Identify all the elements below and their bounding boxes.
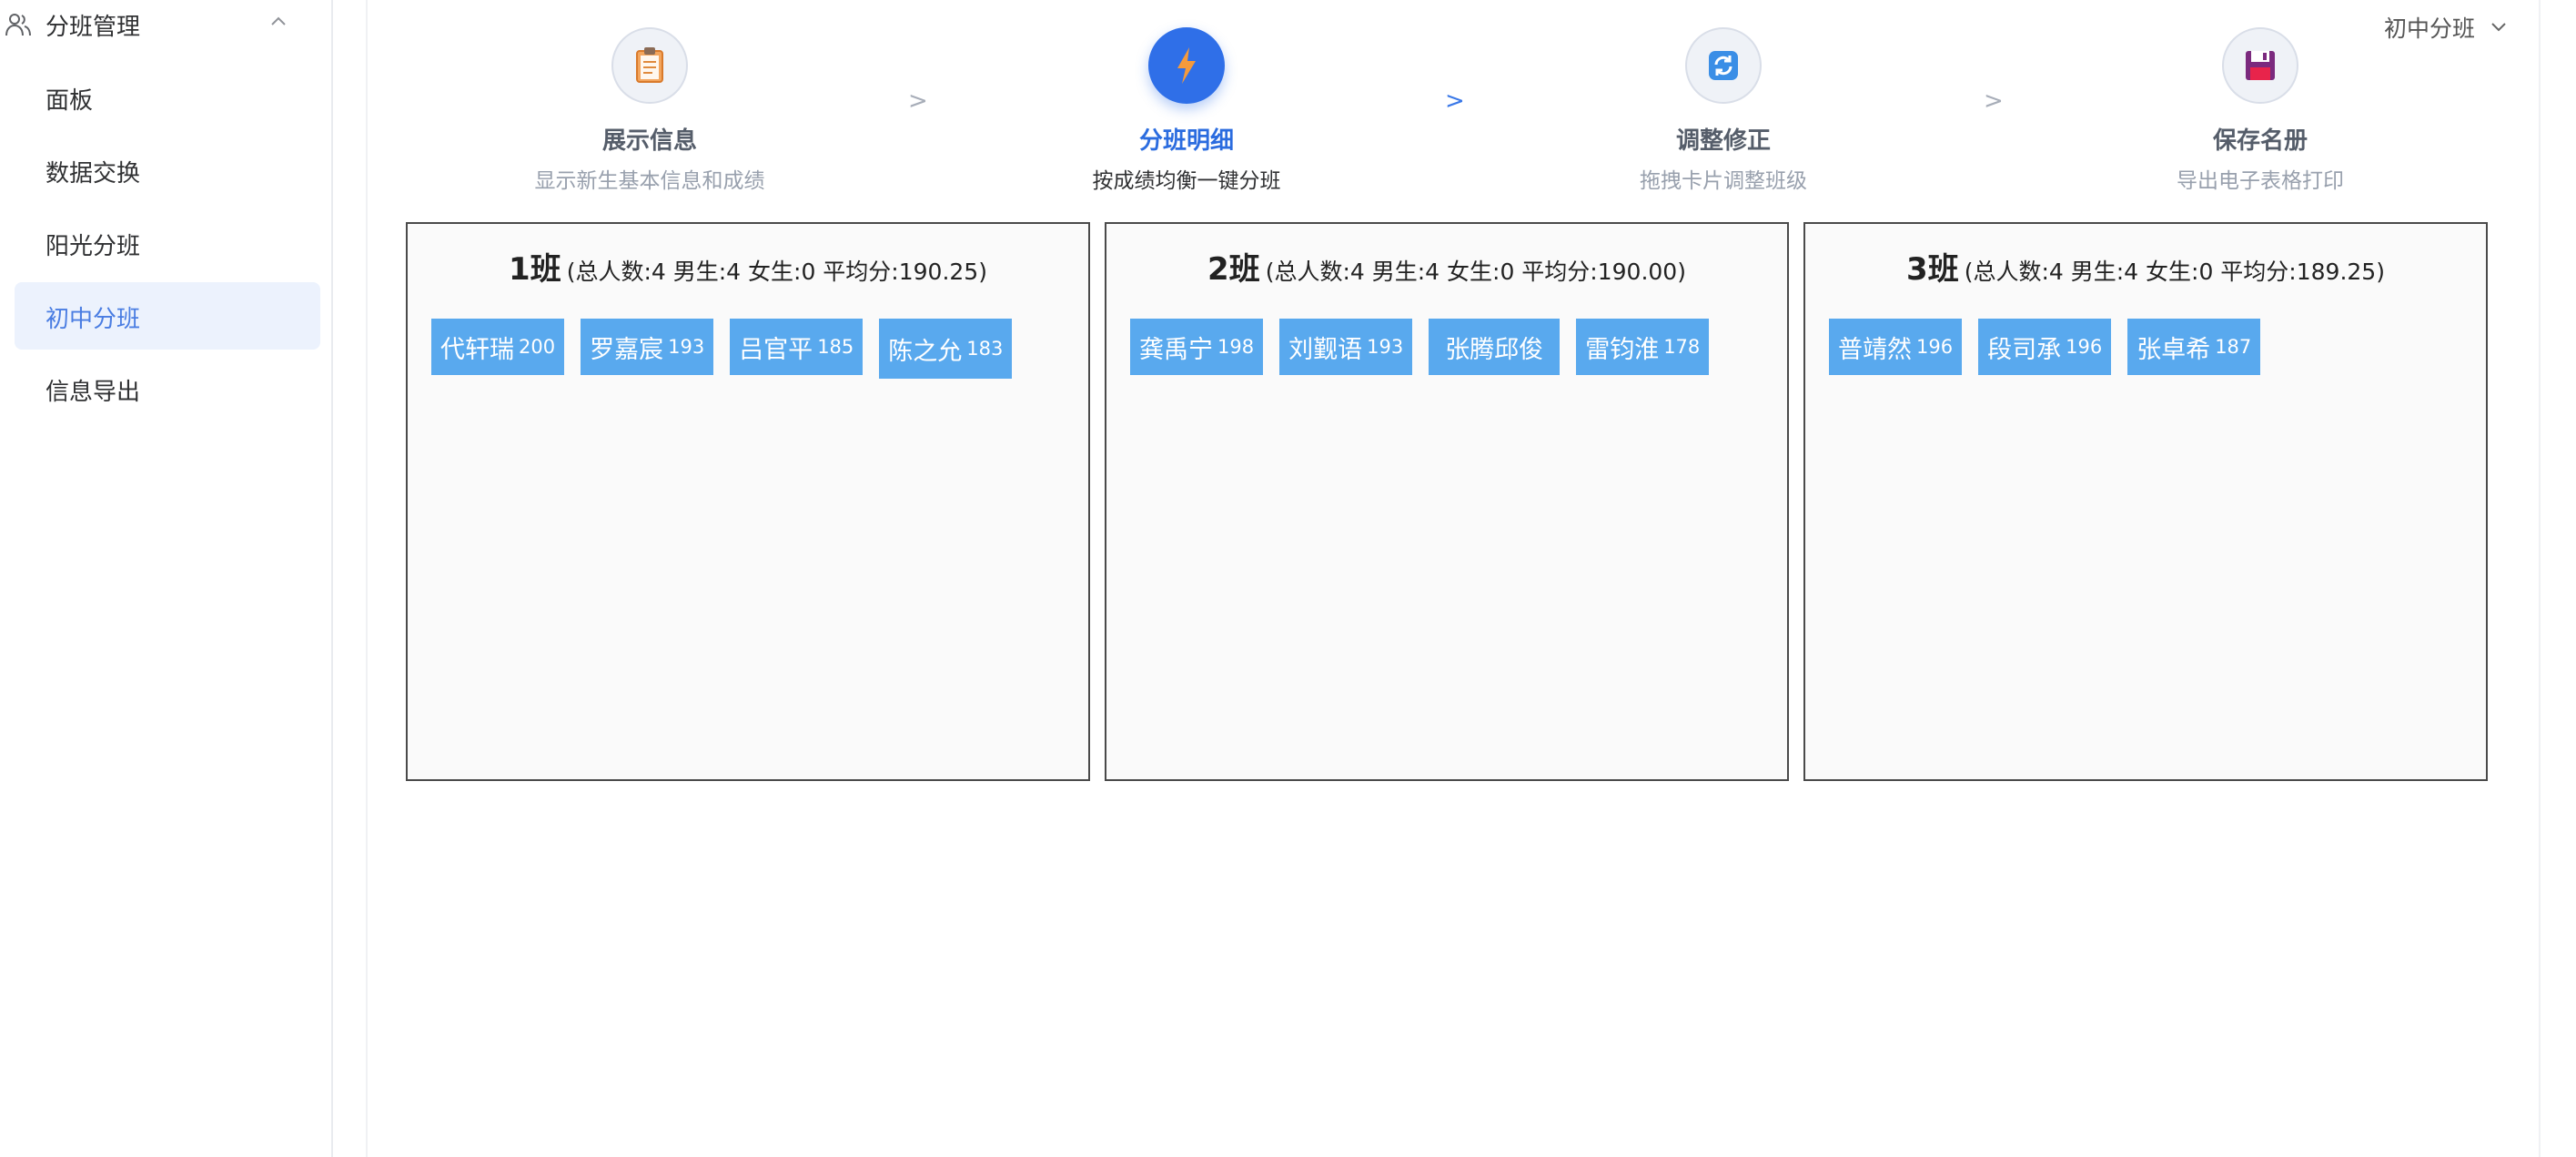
sidebar-item-dashboard[interactable]: 面板 xyxy=(15,64,320,131)
student-card[interactable]: 陈之允 183 xyxy=(879,319,1013,379)
student-list: 代轩瑞 200 罗嘉宸 193 吕官平 185 陈之允 183 xyxy=(431,319,1013,379)
student-name: 张腾邱俊 xyxy=(1445,335,1544,364)
student-card[interactable]: 张卓希 187 xyxy=(2127,319,2261,375)
student-score: 178 xyxy=(1663,336,1701,358)
student-list: 普靖然 196 段司承 196 张卓希 187 xyxy=(1829,319,2261,375)
sidebar-item-label: 信息导出 xyxy=(45,379,141,406)
student-name: 龚禹宁 xyxy=(1139,335,1213,364)
student-card[interactable]: 代轩瑞 200 xyxy=(431,319,565,375)
student-score: 198 xyxy=(1217,336,1255,358)
student-score: 183 xyxy=(966,338,1004,360)
class-box-1[interactable]: 1班 (总人数:4 男生:4 女生:0 平均分:190.25) 代轩瑞 200 罗嘉… xyxy=(406,222,1090,781)
step-description: 导出电子表格打印 xyxy=(2177,169,2344,193)
clipboard-icon xyxy=(636,47,663,83)
sidebar-item-label: 阳光分班 xyxy=(45,233,141,260)
sidebar-item-data-exchange[interactable]: 数据交换 xyxy=(15,137,320,204)
sidebar-item-junior-grouping[interactable]: 初中分班 xyxy=(15,282,320,350)
student-score: 193 xyxy=(1367,336,1404,358)
class-header: 1班 (总人数:4 男生:4 女生:0 平均分:190.25) xyxy=(408,244,1088,289)
student-card[interactable]: 段司承 196 xyxy=(1978,319,2112,375)
users-icon xyxy=(5,14,31,36)
student-name: 刘觐语 xyxy=(1288,335,1363,364)
student-name: 吕官平 xyxy=(739,335,813,364)
class-header: 2班 (总人数:4 男生:4 女生:0 平均分:190.00) xyxy=(1106,244,1787,289)
student-name: 张卓希 xyxy=(2137,335,2211,364)
refresh-icon xyxy=(1709,51,1738,80)
step-circle xyxy=(1148,27,1225,104)
student-name: 段司承 xyxy=(1987,335,2062,364)
sidebar-item-sunshine-grouping[interactable]: 阳光分班 xyxy=(15,209,320,277)
step-title: 分班明细 xyxy=(1138,127,1234,155)
menu-group-label: 分班管理 xyxy=(45,14,141,41)
student-card[interactable]: 普靖然 196 xyxy=(1829,319,1963,375)
class-header: 3班 (总人数:4 男生:4 女生:0 平均分:189.25) xyxy=(1805,244,2486,289)
student-card[interactable]: 雷钧淮 178 xyxy=(1576,319,1710,375)
step-separator-arrow: > xyxy=(908,87,928,115)
step-title: 展示信息 xyxy=(601,127,697,155)
step-display-info: 展示信息 显示新生基本信息和成绩 xyxy=(495,27,804,194)
step-description: 显示新生基本信息和成绩 xyxy=(534,169,765,193)
step-circle xyxy=(611,27,688,104)
lightning-icon xyxy=(1177,47,1196,84)
class-name: 1班 xyxy=(509,251,561,288)
step-separator-arrow: > xyxy=(1984,87,2004,115)
step-save-roster: 保存名册 导出电子表格打印 xyxy=(2106,27,2415,194)
class-box-2[interactable]: 2班 (总人数:4 男生:4 女生:0 平均分:190.00) 龚禹宁 198 刘觐… xyxy=(1105,222,1789,781)
class-box-3[interactable]: 3班 (总人数:4 男生:4 女生:0 平均分:189.25) 普靖然 196 段司… xyxy=(1803,222,2488,781)
step-separator-arrow: > xyxy=(1445,87,1465,115)
student-name: 普靖然 xyxy=(1838,335,1912,364)
chevron-up-icon xyxy=(271,16,286,25)
student-card[interactable]: 龚禹宁 198 xyxy=(1130,319,1264,375)
step-description: 按成绩均衡一键分班 xyxy=(1092,169,1281,193)
step-circle xyxy=(1685,27,1762,104)
sidebar-item-label: 面板 xyxy=(45,87,94,115)
sidebar-item-label: 初中分班 xyxy=(45,306,141,333)
step-circle xyxy=(2222,27,2298,104)
sidebar: 分班管理 面板 数据交换 阳光分班 初中分班 信息导出 xyxy=(0,0,333,1157)
student-score: 196 xyxy=(2066,336,2103,358)
sidebar-item-label: 数据交换 xyxy=(45,160,141,188)
class-stats: (总人数:4 男生:4 女生:0 平均分:189.25) xyxy=(1964,259,2385,285)
student-name: 雷钧淮 xyxy=(1585,335,1660,364)
sidebar-item-info-export[interactable]: 信息导出 xyxy=(15,355,320,422)
floppy-disk-icon xyxy=(2246,51,2275,80)
student-card[interactable]: 吕官平 185 xyxy=(730,319,864,375)
student-score: 200 xyxy=(519,336,556,358)
student-name: 代轩瑞 xyxy=(440,335,514,364)
student-list: 龚禹宁 198 刘觐语 193 张腾邱俊 雷钧淮 178 xyxy=(1130,319,1710,375)
student-score: 193 xyxy=(668,336,705,358)
student-name: 陈之允 xyxy=(888,337,963,366)
step-title: 调整修正 xyxy=(1675,127,1771,155)
step-title: 保存名册 xyxy=(2212,127,2308,155)
class-name: 3班 xyxy=(1906,251,1959,288)
student-name: 罗嘉宸 xyxy=(590,335,664,364)
class-name: 2班 xyxy=(1207,251,1260,288)
student-card[interactable]: 张腾邱俊 xyxy=(1429,319,1561,375)
student-score: 187 xyxy=(2215,336,2252,358)
class-stats: (总人数:4 男生:4 女生:0 平均分:190.25) xyxy=(566,259,987,285)
menu-group-class-management[interactable]: 分班管理 xyxy=(0,0,333,49)
step-adjust: 调整修正 拖拽卡片调整班级 xyxy=(1569,27,1878,194)
student-score: 185 xyxy=(817,336,854,358)
step-description: 拖拽卡片调整班级 xyxy=(1640,169,1807,193)
class-stats: (总人数:4 男生:4 女生:0 平均分:190.00) xyxy=(1265,259,1686,285)
chevron-down-icon xyxy=(2491,23,2506,32)
step-class-details: 分班明细 按成绩均衡一键分班 xyxy=(1032,27,1341,194)
student-card[interactable]: 罗嘉宸 193 xyxy=(581,319,714,375)
student-card[interactable]: 刘觐语 193 xyxy=(1279,319,1413,375)
student-score: 196 xyxy=(1916,336,1954,358)
